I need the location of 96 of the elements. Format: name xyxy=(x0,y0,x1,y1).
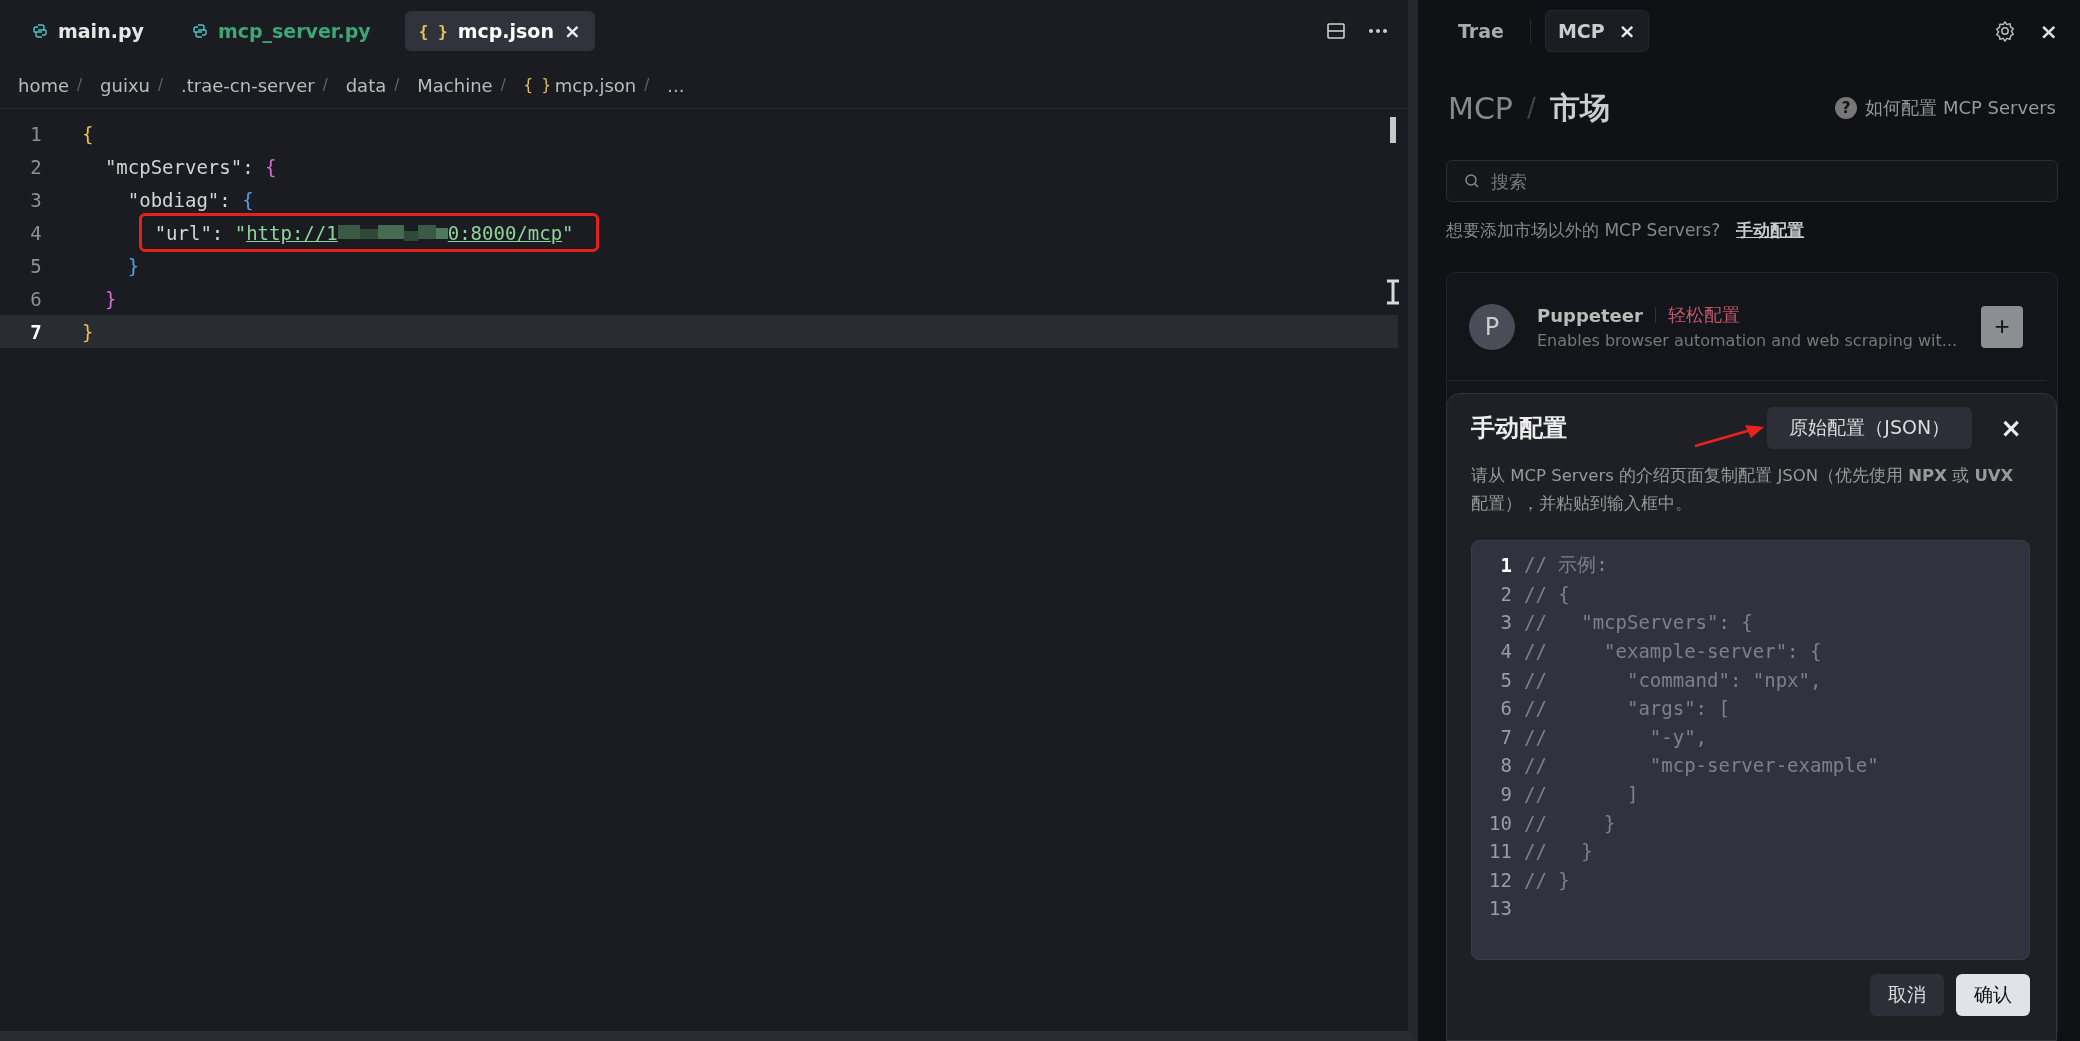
close-button[interactable]: × xyxy=(2039,18,2058,44)
code-text: { xyxy=(265,155,277,178)
breadcrumb-item[interactable]: data xyxy=(345,74,387,96)
breadcrumb-separator: / xyxy=(394,76,400,94)
code-text: } xyxy=(103,287,117,310)
breadcrumb-item[interactable]: MCP xyxy=(1448,90,1513,126)
code-text: "url": xyxy=(153,221,225,244)
json-input-field[interactable]: 1 // 示例: 2 // { 3 // "mcpServers": { 4 // "example-server": { 5 // "command": "npx", 6 // "args": [ 7 // "-y", 8 // "mcp-server-example" 9 // ] 10 // } 11 // } 12 // } 13 xyxy=(1471,540,2030,960)
cancel-button[interactable]: 取消 xyxy=(1870,974,1944,1016)
line-number: 2 xyxy=(29,155,43,178)
help-icon[interactable]: ? xyxy=(1835,97,1858,119)
dialog-title: 手动配置 xyxy=(1471,413,1567,444)
braces-icon: { } xyxy=(418,21,448,41)
dialog-description: 请从 MCP Servers 的介绍页面复制配置 JSON（优先使用 NPX 或 UVX 配置），并粘贴到输入框中。 xyxy=(1471,465,2015,515)
breadcrumb-separator: / xyxy=(158,76,164,94)
line-number: 4 xyxy=(29,221,43,244)
server-tag: 轻松配置 xyxy=(1667,303,1740,327)
line-number: 7 xyxy=(1499,725,1512,748)
line-number: 2 xyxy=(1499,582,1512,605)
code-text: // "mcp-server-example" xyxy=(1524,754,1879,777)
code-text: // "args": [ xyxy=(1524,697,1730,720)
line-number: 6 xyxy=(1499,697,1512,720)
editor-tab[interactable]: mcp_server.py xyxy=(177,12,385,50)
breadcrumb-item[interactable]: Machine xyxy=(417,74,493,96)
code-text: "obdiag": xyxy=(126,188,232,211)
code-text: // } xyxy=(1524,840,1593,863)
line-number: 4 xyxy=(1499,640,1512,663)
scrollbar-thumb[interactable] xyxy=(1390,117,1396,143)
code-text: // "-y", xyxy=(1524,725,1708,748)
confirm-button[interactable]: 确认 xyxy=(1956,974,2030,1016)
line-number: 11 xyxy=(1488,840,1512,863)
line-number: 13 xyxy=(1488,897,1512,920)
code-text: // ] xyxy=(1524,783,1639,806)
braces-icon: { } xyxy=(523,76,551,94)
line-number: 8 xyxy=(1499,754,1512,777)
code-text: // 示例: xyxy=(1524,552,1608,578)
editor-tab[interactable]: { } mcp.json × xyxy=(404,11,595,51)
breadcrumb-separator: / xyxy=(77,76,83,94)
code-text: // "command": "npx", xyxy=(1524,668,1822,691)
panel-tab[interactable]: MCP × xyxy=(1544,10,1649,52)
line-number: 12 xyxy=(1488,868,1512,891)
text-cursor-icon xyxy=(1386,279,1400,305)
code-text: " xyxy=(562,221,574,244)
breadcrumb-item[interactable]: ... xyxy=(667,74,685,96)
line-number: 3 xyxy=(1499,611,1512,634)
line-number: 1 xyxy=(1499,554,1512,577)
line-number: 6 xyxy=(29,287,43,310)
close-button[interactable]: × xyxy=(2000,413,2022,443)
line-number: 5 xyxy=(29,254,43,277)
code-text: } xyxy=(82,320,94,343)
code-text: { xyxy=(82,122,94,145)
search-field[interactable]: 搜索 xyxy=(1446,160,2058,202)
code-text: // } xyxy=(1524,868,1570,891)
python-icon xyxy=(191,23,208,39)
help-link[interactable]: 如何配置 MCP Servers xyxy=(1865,96,2056,120)
line-number: 7 xyxy=(29,320,43,343)
code-text: } xyxy=(126,254,140,277)
line-number: 1 xyxy=(29,122,43,145)
split-layout-icon[interactable] xyxy=(1326,21,1346,41)
breadcrumb-item[interactable]: mcp.json xyxy=(554,74,637,96)
url-link[interactable]: 0:8000/mcp xyxy=(447,221,563,244)
page-title: 市场 xyxy=(1549,88,1610,127)
breadcrumb-item[interactable]: home xyxy=(18,74,70,96)
breadcrumb-item[interactable]: .trae-cn-server xyxy=(181,74,315,96)
editor-tab[interactable]: main.py xyxy=(18,12,158,50)
server-name: Puppeteer xyxy=(1537,304,1643,326)
code-text: // "example-server": { xyxy=(1524,640,1822,663)
line-number: 3 xyxy=(29,188,43,211)
breadcrumb-item[interactable]: guixu xyxy=(100,74,150,96)
settings-icon[interactable] xyxy=(1993,20,2016,42)
line-number: 10 xyxy=(1488,811,1512,834)
line-number: 5 xyxy=(1499,668,1512,691)
server-description: Enables browser automation and web scraping wit... xyxy=(1537,331,1959,350)
add-button[interactable]: + xyxy=(1981,305,2023,348)
code-text: // { xyxy=(1524,582,1570,605)
code-text: { xyxy=(242,188,254,211)
breadcrumb-separator: / xyxy=(644,76,650,94)
code-text: "mcpServers": xyxy=(103,155,255,178)
url-link[interactable]: http://1 xyxy=(246,221,338,244)
search-icon xyxy=(1464,173,1480,189)
line-number: 9 xyxy=(1499,783,1512,806)
raw-config-button[interactable]: 原始配置（JSON） xyxy=(1767,407,1973,449)
breadcrumb-separator: / xyxy=(500,76,506,94)
code-text: " xyxy=(234,221,247,244)
manual-config-link[interactable]: 手动配置 xyxy=(1736,218,1805,242)
close-icon[interactable]: × xyxy=(563,19,581,43)
hint-text: 想要添加市场以外的 MCP Servers? xyxy=(1446,218,1721,242)
more-icon[interactable] xyxy=(1368,28,1388,34)
panel-tab[interactable]: Trae xyxy=(1446,12,1516,50)
breadcrumb-separator: / xyxy=(1526,93,1536,123)
breadcrumb-separator: / xyxy=(322,76,328,94)
code-text: // "mcpServers": { xyxy=(1524,611,1753,634)
avatar: P xyxy=(1469,303,1515,350)
python-icon xyxy=(32,23,48,39)
code-text: // } xyxy=(1524,811,1616,834)
close-icon[interactable]: × xyxy=(1618,19,1636,43)
